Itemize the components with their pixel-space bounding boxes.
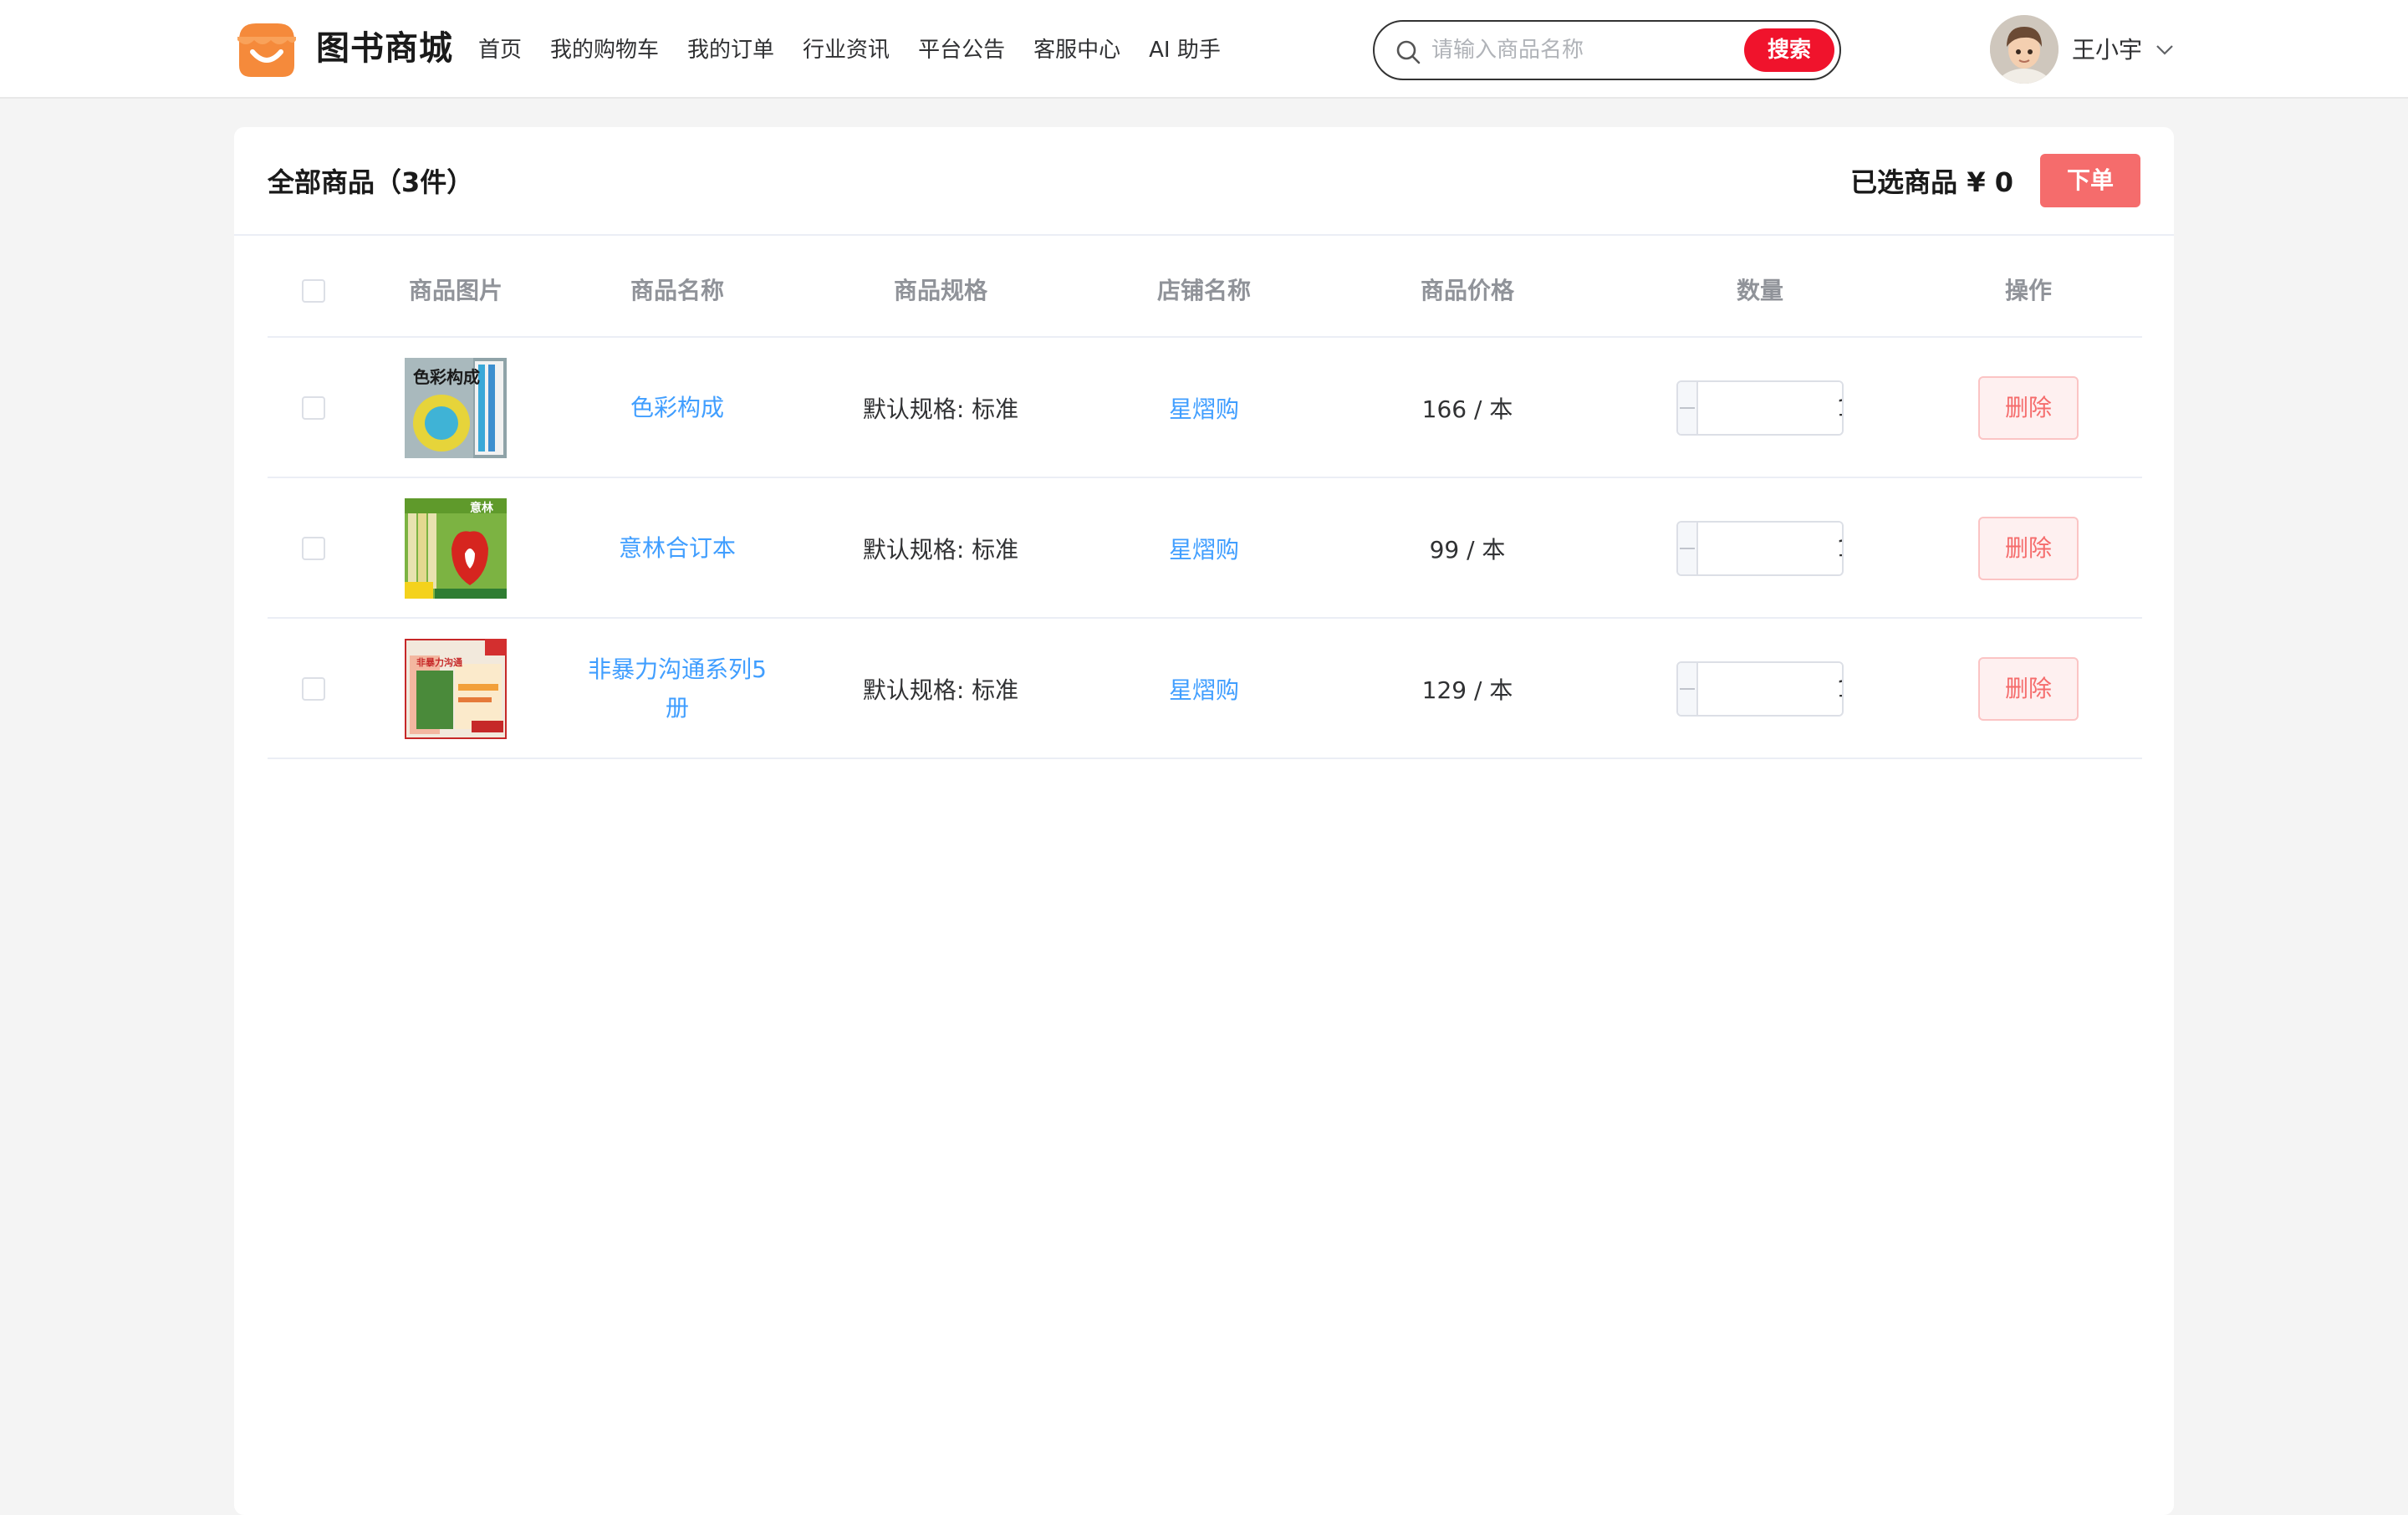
delete-button[interactable]: 删除: [1978, 376, 2079, 440]
book-cover-image[interactable]: 色彩构成: [405, 358, 507, 458]
product-price: 166 / 本: [1421, 395, 1513, 423]
site-title[interactable]: 图书商城: [316, 25, 453, 72]
cover-title: 意林: [470, 501, 493, 515]
cart-panel: 全部商品（3件） 已选商品 ¥ 0 下单 商品图片 商品名称 商品规格 店铺名称…: [234, 127, 2174, 1515]
cover-title: 非暴力沟通: [416, 656, 462, 668]
product-name-link[interactable]: 非暴力沟通系列5册: [577, 650, 778, 727]
row-checkbox[interactable]: [302, 537, 325, 560]
col-image: 商品图片: [408, 277, 503, 304]
search-bar: 搜索: [1373, 20, 1841, 80]
quantity-stepper: [1676, 661, 1844, 717]
nav-orders[interactable]: 我的订单: [687, 30, 774, 70]
nav-home[interactable]: 首页: [478, 30, 522, 70]
table-row: 意林 意林合订本 默认规格: 标准 星熠购 99 / 本 删除: [268, 478, 2142, 619]
select-all-checkbox[interactable]: [302, 279, 325, 303]
search-button[interactable]: 搜索: [1744, 28, 1834, 72]
col-shop: 店铺名称: [1156, 277, 1251, 304]
selected-total: 已选商品 ¥ 0: [1850, 166, 2013, 198]
cart-header: 全部商品（3件） 已选商品 ¥ 0 下单: [234, 127, 2174, 236]
col-action: 操作: [2004, 277, 2052, 304]
book-cover-image[interactable]: 意林: [405, 498, 507, 599]
top-navbar: 图书商城 首页 我的购物车 我的订单 行业资讯 平台公告 客服中心 AI 助手 …: [0, 0, 2408, 99]
user-name[interactable]: 王小宇: [2072, 30, 2142, 70]
product-spec: 默认规格: 标准: [862, 395, 1019, 423]
product-spec: 默认规格: 标准: [862, 676, 1019, 704]
shop-name-link[interactable]: 星熠购: [1169, 391, 1239, 425]
row-checkbox[interactable]: [302, 677, 325, 701]
quantity-stepper: [1676, 521, 1844, 576]
cart-title: 全部商品（3件）: [268, 166, 474, 198]
row-checkbox[interactable]: [302, 396, 325, 420]
nav-service-center[interactable]: 客服中心: [1033, 30, 1120, 70]
place-order-button[interactable]: 下单: [2040, 154, 2140, 207]
shop-logo-icon[interactable]: [234, 18, 299, 80]
table-header: 商品图片 商品名称 商品规格 店铺名称 商品价格 数量 操作: [268, 244, 2142, 338]
col-name: 商品名称: [630, 277, 724, 304]
quantity-stepper: [1676, 380, 1844, 436]
minus-icon: [1680, 548, 1695, 549]
product-price: 99 / 本: [1429, 536, 1506, 564]
avatar[interactable]: [1990, 15, 2059, 84]
delete-button[interactable]: 删除: [1978, 657, 2079, 721]
avatar-image: [1990, 15, 2059, 84]
quantity-input[interactable]: [1698, 382, 1842, 434]
nav-announcements[interactable]: 平台公告: [918, 30, 1005, 70]
table-row: 非暴力沟通 非暴力沟通系列5册 默认规格: 标准 星熠购 129 / 本 删除: [268, 619, 2142, 759]
chevron-down-icon[interactable]: [2154, 38, 2176, 60]
search-input[interactable]: [1431, 30, 1732, 70]
main-nav: 首页 我的购物车 我的订单 行业资讯 平台公告 客服中心 AI 助手: [478, 30, 1221, 70]
search-icon: [1396, 40, 1421, 64]
product-name-link[interactable]: 色彩构成: [630, 389, 724, 427]
nav-news[interactable]: 行业资讯: [803, 30, 890, 70]
decrease-button[interactable]: [1678, 382, 1698, 434]
col-qty: 数量: [1736, 277, 1783, 304]
shop-name-link[interactable]: 星熠购: [1169, 532, 1239, 565]
decrease-button[interactable]: [1678, 663, 1698, 715]
product-name-link[interactable]: 意林合订本: [619, 529, 736, 568]
book-cover-image[interactable]: 非暴力沟通: [405, 639, 507, 739]
decrease-button[interactable]: [1678, 523, 1698, 574]
nav-cart[interactable]: 我的购物车: [550, 30, 659, 70]
delete-button[interactable]: 删除: [1978, 517, 2079, 580]
quantity-input[interactable]: [1698, 663, 1842, 715]
cart-table: 商品图片 商品名称 商品规格 店铺名称 商品价格 数量 操作 色彩构成 色彩构成…: [268, 244, 2142, 759]
product-price: 129 / 本: [1421, 676, 1513, 704]
col-spec: 商品规格: [893, 277, 987, 304]
quantity-input[interactable]: [1698, 523, 1842, 574]
product-spec: 默认规格: 标准: [862, 536, 1019, 564]
col-price: 商品价格: [1420, 277, 1514, 304]
minus-icon: [1680, 688, 1695, 690]
minus-icon: [1680, 407, 1695, 409]
shop-name-link[interactable]: 星熠购: [1169, 672, 1239, 706]
select-all-cell: [268, 244, 360, 338]
table-row: 色彩构成 色彩构成 默认规格: 标准 星熠购 166 / 本 删除: [268, 338, 2142, 478]
cover-title: 色彩构成: [413, 367, 480, 387]
nav-ai-assistant[interactable]: AI 助手: [1149, 30, 1221, 70]
